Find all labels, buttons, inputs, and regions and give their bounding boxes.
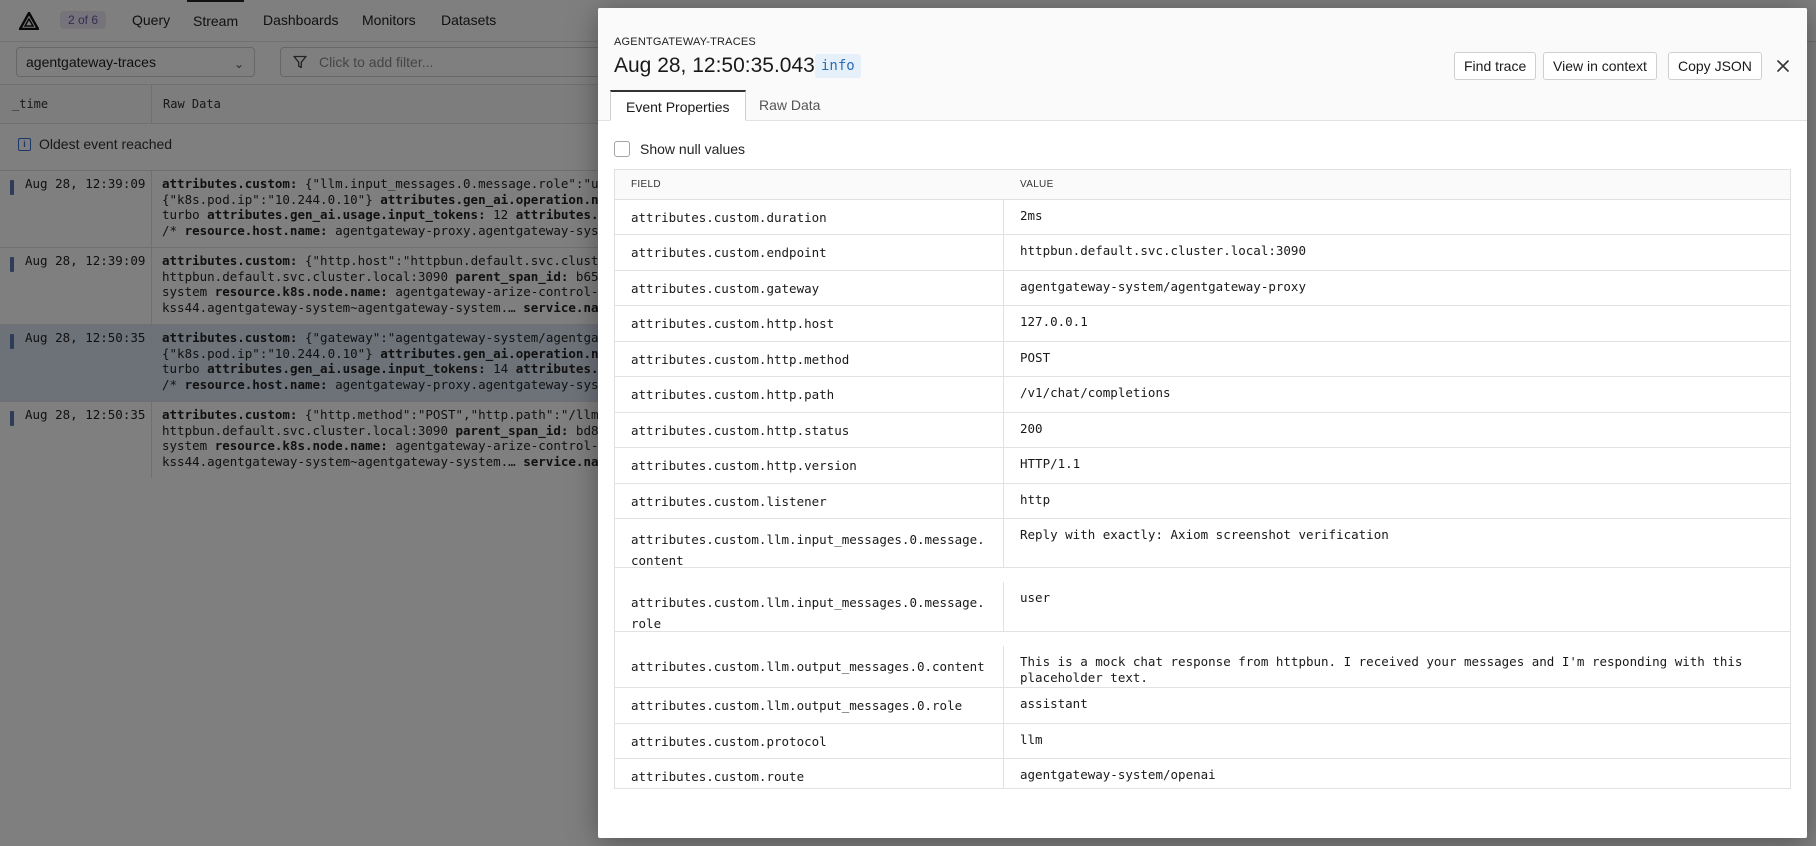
- field-value-cell[interactable]: agentgateway-system/openai: [1020, 759, 1750, 783]
- field-name-cell: attributes.custom.listener: [615, 484, 1004, 518]
- table-row[interactable]: attributes.custom.duration 2ms: [615, 200, 1790, 235]
- tab-raw-data[interactable]: Raw Data: [744, 90, 835, 121]
- field-value-cell[interactable]: httpbun.default.svc.cluster.local:3090: [1020, 235, 1750, 259]
- table-row[interactable]: attributes.custom.llm.input_messages.0.m…: [615, 519, 1790, 568]
- field-value-cell[interactable]: assistant: [1020, 688, 1750, 712]
- field-name-cell: attributes.custom.llm.input_messages.0.m…: [615, 519, 1004, 568]
- table-row[interactable]: attributes.custom.endpoint httpbun.defaul…: [615, 235, 1790, 271]
- field-value-cell[interactable]: /v1/chat/completions: [1020, 377, 1750, 401]
- table-body: attributes.custom.duration 2ms attributes.…: [615, 200, 1790, 789]
- field-name-cell: attributes.custom.http.version: [615, 448, 1004, 483]
- event-properties-table: FIELD VALUE attributes.custom.duration 2m…: [614, 169, 1791, 789]
- table-row[interactable]: attributes.custom.protocol llm: [615, 724, 1790, 759]
- field-name-cell: attributes.custom.endpoint: [615, 235, 1004, 270]
- field-name-cell: attributes.custom.http.method: [615, 342, 1004, 376]
- show-null-values-checkbox[interactable]: [614, 141, 630, 157]
- table-row[interactable]: attributes.custom.route agentgateway-syst…: [615, 759, 1790, 789]
- field-name-cell: attributes.custom.duration: [615, 200, 1004, 234]
- column-header-value: VALUE: [1020, 179, 1054, 190]
- table-row[interactable]: attributes.custom.http.version HTTP/1.1: [615, 448, 1790, 484]
- field-name-cell: attributes.custom.llm.output_messages.0.…: [615, 688, 1004, 723]
- tab-event-properties[interactable]: Event Properties: [610, 90, 746, 121]
- table-row[interactable]: attributes.custom.gateway agentgateway-sy…: [615, 271, 1790, 306]
- level-badge: info: [815, 54, 861, 78]
- field-value-cell[interactable]: POST: [1020, 342, 1750, 366]
- column-header-field: FIELD: [631, 179, 661, 190]
- close-icon[interactable]: [1775, 58, 1791, 74]
- field-name-cell: attributes.custom.http.path: [615, 377, 1004, 412]
- table-row[interactable]: attributes.custom.llm.input_messages.0.m…: [615, 582, 1790, 632]
- field-name-cell: attributes.custom.http.status: [615, 413, 1004, 447]
- field-value-cell[interactable]: agentgateway-system/agentgateway-proxy: [1020, 271, 1750, 295]
- field-value-cell[interactable]: Reply with exactly: Axiom screenshot ver…: [1020, 519, 1750, 543]
- table-row[interactable]: attributes.custom.http.status 200: [615, 413, 1790, 448]
- field-value-cell[interactable]: llm: [1020, 724, 1750, 748]
- modal-header: AGENTGATEWAY-TRACES Aug 28, 12:50:35.043…: [598, 8, 1807, 121]
- field-value-cell[interactable]: 200: [1020, 413, 1750, 437]
- table-row[interactable]: attributes.custom.listener http: [615, 484, 1790, 519]
- field-value-cell[interactable]: This is a mock chat response from httpbu…: [1020, 646, 1750, 686]
- field-value-cell[interactable]: http: [1020, 484, 1750, 508]
- event-detail-modal: AGENTGATEWAY-TRACES Aug 28, 12:50:35.043…: [598, 8, 1807, 838]
- field-name-cell: attributes.custom.http.host: [615, 306, 1004, 341]
- field-value-cell[interactable]: 127.0.0.1: [1020, 306, 1750, 330]
- field-name-cell: attributes.custom.gateway: [615, 271, 1004, 305]
- modal-dataset-label: AGENTGATEWAY-TRACES: [614, 36, 756, 48]
- field-value-cell[interactable]: user: [1020, 582, 1750, 606]
- field-name-cell: attributes.custom.route: [615, 759, 1004, 788]
- table-row[interactable]: attributes.custom.http.host 127.0.0.1: [615, 306, 1790, 342]
- field-name-cell: attributes.custom.protocol: [615, 724, 1004, 758]
- field-value-cell[interactable]: 2ms: [1020, 200, 1750, 224]
- show-null-values-toggle[interactable]: Show null values: [614, 141, 745, 157]
- table-row[interactable]: attributes.custom.http.method POST: [615, 342, 1790, 377]
- field-name-cell: attributes.custom.llm.input_messages.0.m…: [615, 582, 1004, 631]
- table-header: FIELD VALUE: [615, 170, 1790, 200]
- field-name-cell: attributes.custom.llm.output_messages.0.…: [615, 646, 1004, 687]
- modal-title: Aug 28, 12:50:35.043: [614, 54, 815, 77]
- table-row[interactable]: attributes.custom.llm.output_messages.0.…: [615, 646, 1790, 688]
- view-in-context-button[interactable]: View in context: [1543, 52, 1657, 80]
- field-value-cell[interactable]: HTTP/1.1: [1020, 448, 1750, 472]
- find-trace-button[interactable]: Find trace: [1454, 52, 1537, 80]
- copy-json-button[interactable]: Copy JSON: [1668, 52, 1762, 80]
- show-null-values-label: Show null values: [640, 141, 746, 157]
- table-row[interactable]: attributes.custom.llm.output_messages.0.…: [615, 688, 1790, 724]
- table-row[interactable]: attributes.custom.http.path/v1/chat/comp…: [615, 377, 1790, 413]
